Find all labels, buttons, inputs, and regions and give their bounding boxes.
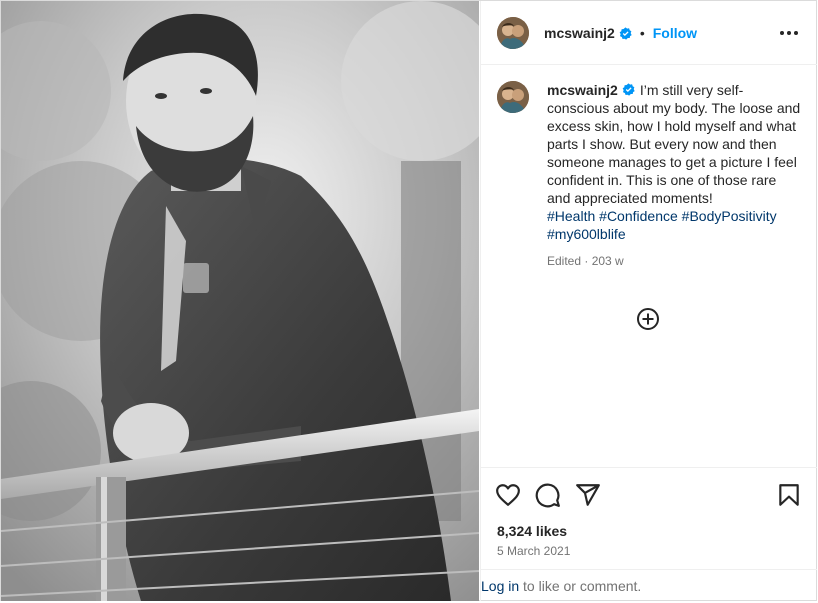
caption-avatar[interactable] <box>497 81 529 113</box>
plus-circle-icon[interactable] <box>636 307 660 331</box>
heart-icon[interactable] <box>495 482 521 508</box>
post-date[interactable]: 5 March 2021 <box>497 544 570 558</box>
separator-dot: • <box>639 25 645 41</box>
bookmark-icon[interactable] <box>776 482 802 508</box>
follow-button[interactable]: Follow <box>653 25 697 41</box>
hashtag-link[interactable]: #BodyPositivity <box>682 208 777 224</box>
login-link[interactable]: Log in <box>481 578 519 594</box>
post-header: mcswainj2 • Follow <box>481 1 817 65</box>
caption-username[interactable]: mcswainj2 <box>547 82 618 98</box>
avatar[interactable] <box>497 17 529 49</box>
comment-icon[interactable] <box>535 482 561 508</box>
verified-badge-icon <box>619 26 632 40</box>
post-photo-image <box>1 1 479 601</box>
login-prompt-text: to like or comment. <box>519 578 642 594</box>
hashtag-link[interactable]: #Health <box>547 208 595 224</box>
hashtag-link[interactable]: #Confidence <box>599 208 678 224</box>
actions-section: 8,324 likes 5 March 2021 Log in to like … <box>481 467 817 602</box>
more-options-icon[interactable] <box>777 23 801 43</box>
login-prompt: Log in to like or comment. <box>481 569 817 603</box>
post-photo[interactable] <box>1 1 479 601</box>
caption-text: I’m still very self-conscious about my b… <box>547 82 801 206</box>
hashtag-link[interactable]: #my600lblife <box>547 226 626 242</box>
verified-badge-icon <box>622 83 635 96</box>
caption-text-block: mcswainj2 I’m still very self-conscious … <box>547 81 801 270</box>
post-sidebar: mcswainj2 • Follow mcswainj2 I’m still v… <box>480 1 817 602</box>
edited-label: Edited · 203 w <box>547 254 624 268</box>
likes-count[interactable]: 8,324 likes <box>497 523 567 539</box>
share-icon[interactable] <box>575 482 601 508</box>
username[interactable]: mcswainj2 <box>544 25 615 41</box>
hashtags: #Health #Confidence #BodyPositivity #my6… <box>547 207 801 243</box>
